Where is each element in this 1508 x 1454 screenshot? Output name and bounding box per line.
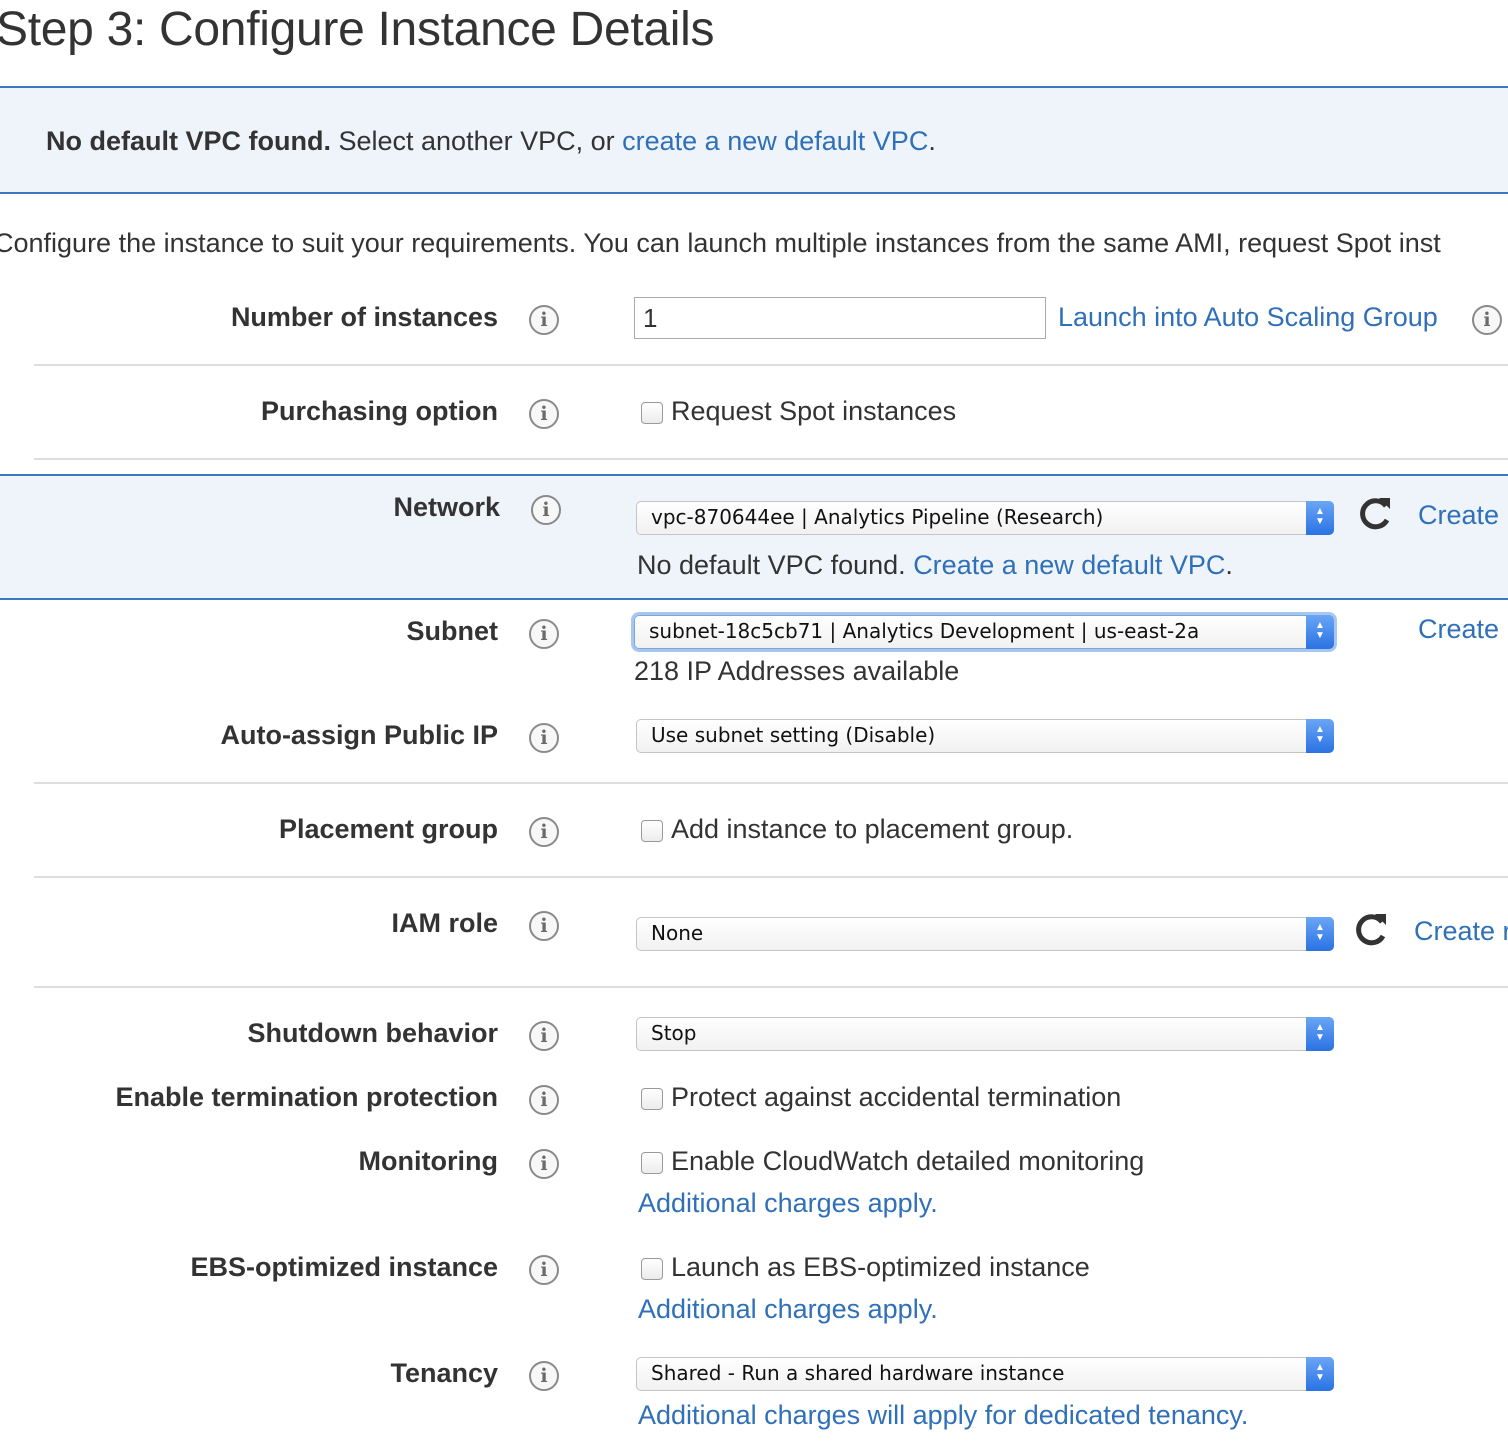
chevron-updown-icon: ▲ ▼ (1306, 917, 1334, 951)
page-title: Step 3: Configure Instance Details (0, 3, 715, 56)
ebs-charges-link[interactable]: Additional charges apply. (638, 1294, 938, 1325)
shutdown-behavior-select[interactable]: Stop ▲ ▼ (636, 1017, 1334, 1051)
no-default-vpc-alert: No default VPC found. Select another VPC… (0, 86, 1508, 194)
shutdown-behavior-label: Shutdown behavior (247, 1018, 498, 1048)
network-row-highlight (0, 474, 1508, 600)
row-divider (34, 782, 1508, 784)
shutdown-behavior-value: Stop (651, 1021, 697, 1045)
monitoring-checkbox[interactable] (641, 1152, 663, 1174)
monitoring-checkbox-label[interactable]: Enable CloudWatch detailed monitoring (671, 1146, 1144, 1177)
info-icon[interactable]: i (529, 1021, 559, 1051)
iam-role-label: IAM role (391, 908, 498, 938)
auto-assign-ip-value: Use subnet setting (Disable) (651, 723, 936, 747)
info-icon[interactable]: i (529, 1255, 559, 1285)
request-spot-checkbox[interactable] (641, 402, 663, 424)
alert-end: . (928, 126, 936, 156)
row-divider (34, 458, 1508, 460)
network-label: Network (393, 492, 500, 522)
info-icon[interactable]: i (529, 1361, 559, 1391)
alert-text: Select another VPC, or (330, 126, 623, 156)
tenancy-value: Shared - Run a shared hardware instance (651, 1361, 1065, 1385)
placement-group-checkbox-label[interactable]: Add instance to placement group. (671, 814, 1073, 845)
no-default-vpc-text: No default VPC found. (637, 550, 906, 580)
network-select-value: vpc-870644ee | Analytics Pipeline (Resea… (651, 505, 1104, 529)
ip-addresses-available: 218 IP Addresses available (634, 656, 960, 686)
subnet-label: Subnet (406, 616, 499, 646)
placement-group-checkbox[interactable] (641, 820, 663, 842)
row-divider (34, 986, 1508, 988)
chevron-updown-icon: ▲ ▼ (1306, 501, 1334, 535)
note-end: . (1225, 550, 1233, 580)
monitoring-charges-link[interactable]: Additional charges apply. (638, 1188, 938, 1219)
page-description: Configure the instance to suit your requ… (0, 228, 1441, 258)
create-vpc-link[interactable]: Create (1418, 500, 1499, 531)
info-icon[interactable]: i (529, 399, 559, 429)
termination-protection-label: Enable termination protection (115, 1082, 498, 1112)
create-default-vpc-link[interactable]: create a new default VPC (622, 126, 928, 156)
info-icon[interactable]: i (529, 911, 559, 941)
network-select[interactable]: vpc-870644ee | Analytics Pipeline (Resea… (636, 501, 1334, 535)
alert-bold-text: No default VPC found. (46, 126, 331, 156)
number-of-instances-input[interactable] (634, 297, 1046, 339)
request-spot-label[interactable]: Request Spot instances (671, 396, 956, 427)
launch-auto-scaling-link[interactable]: Launch into Auto Scaling Group (1058, 302, 1438, 333)
configure-instance-page: Step 3: Configure Instance Details No de… (0, 0, 1508, 1454)
purchasing-option-label: Purchasing option (260, 396, 498, 426)
chevron-updown-icon: ▲ ▼ (1306, 719, 1334, 753)
row-divider (34, 876, 1508, 878)
chevron-updown-icon: ▲ ▼ (1306, 1017, 1334, 1051)
auto-assign-ip-select[interactable]: Use subnet setting (Disable) ▲ ▼ (636, 719, 1334, 753)
termination-protection-checkbox-label[interactable]: Protect against accidental termination (671, 1082, 1121, 1113)
no-default-vpc-note: No default VPC found. Create a new defau… (637, 550, 1233, 581)
iam-role-select[interactable]: None ▲ ▼ (636, 917, 1334, 951)
ebs-optimized-checkbox[interactable] (641, 1258, 663, 1280)
monitoring-label: Monitoring (358, 1146, 498, 1176)
create-new-default-vpc-link[interactable]: Create a new default VPC (913, 550, 1225, 580)
chevron-updown-icon: ▲ ▼ (1306, 1357, 1334, 1391)
iam-role-value: None (651, 921, 704, 945)
auto-assign-ip-label: Auto-assign Public IP (220, 720, 498, 750)
tenancy-charges-link[interactable]: Additional charges will apply for dedica… (638, 1400, 1248, 1431)
alert-message: No default VPC found. Select another VPC… (46, 126, 936, 157)
number-of-instances-label: Number of instances (230, 302, 498, 332)
info-icon[interactable]: i (529, 817, 559, 847)
subnet-select[interactable]: subnet-18c5cb71 | Analytics Development … (634, 615, 1334, 649)
info-icon[interactable]: i (529, 1085, 559, 1115)
termination-protection-checkbox[interactable] (641, 1088, 663, 1110)
info-icon[interactable]: i (529, 305, 559, 335)
tenancy-label: Tenancy (390, 1358, 498, 1388)
refresh-icon[interactable] (1356, 494, 1394, 532)
create-subnet-link[interactable]: Create (1418, 614, 1499, 645)
info-icon[interactable]: i (529, 619, 559, 649)
chevron-updown-icon: ▲ ▼ (1306, 615, 1334, 649)
row-divider (34, 364, 1508, 366)
create-iam-role-link[interactable]: Create r (1414, 916, 1508, 947)
info-icon[interactable]: i (529, 723, 559, 753)
ebs-optimized-label: EBS-optimized instance (190, 1252, 498, 1282)
info-icon[interactable]: i (1472, 305, 1502, 335)
info-icon[interactable]: i (531, 495, 561, 525)
placement-group-label: Placement group (278, 814, 498, 844)
refresh-icon[interactable] (1352, 910, 1390, 948)
ebs-optimized-checkbox-label[interactable]: Launch as EBS-optimized instance (671, 1252, 1090, 1283)
subnet-select-value: subnet-18c5cb71 | Analytics Development … (649, 619, 1200, 643)
info-icon[interactable]: i (529, 1149, 559, 1179)
tenancy-select[interactable]: Shared - Run a shared hardware instance … (636, 1357, 1334, 1391)
